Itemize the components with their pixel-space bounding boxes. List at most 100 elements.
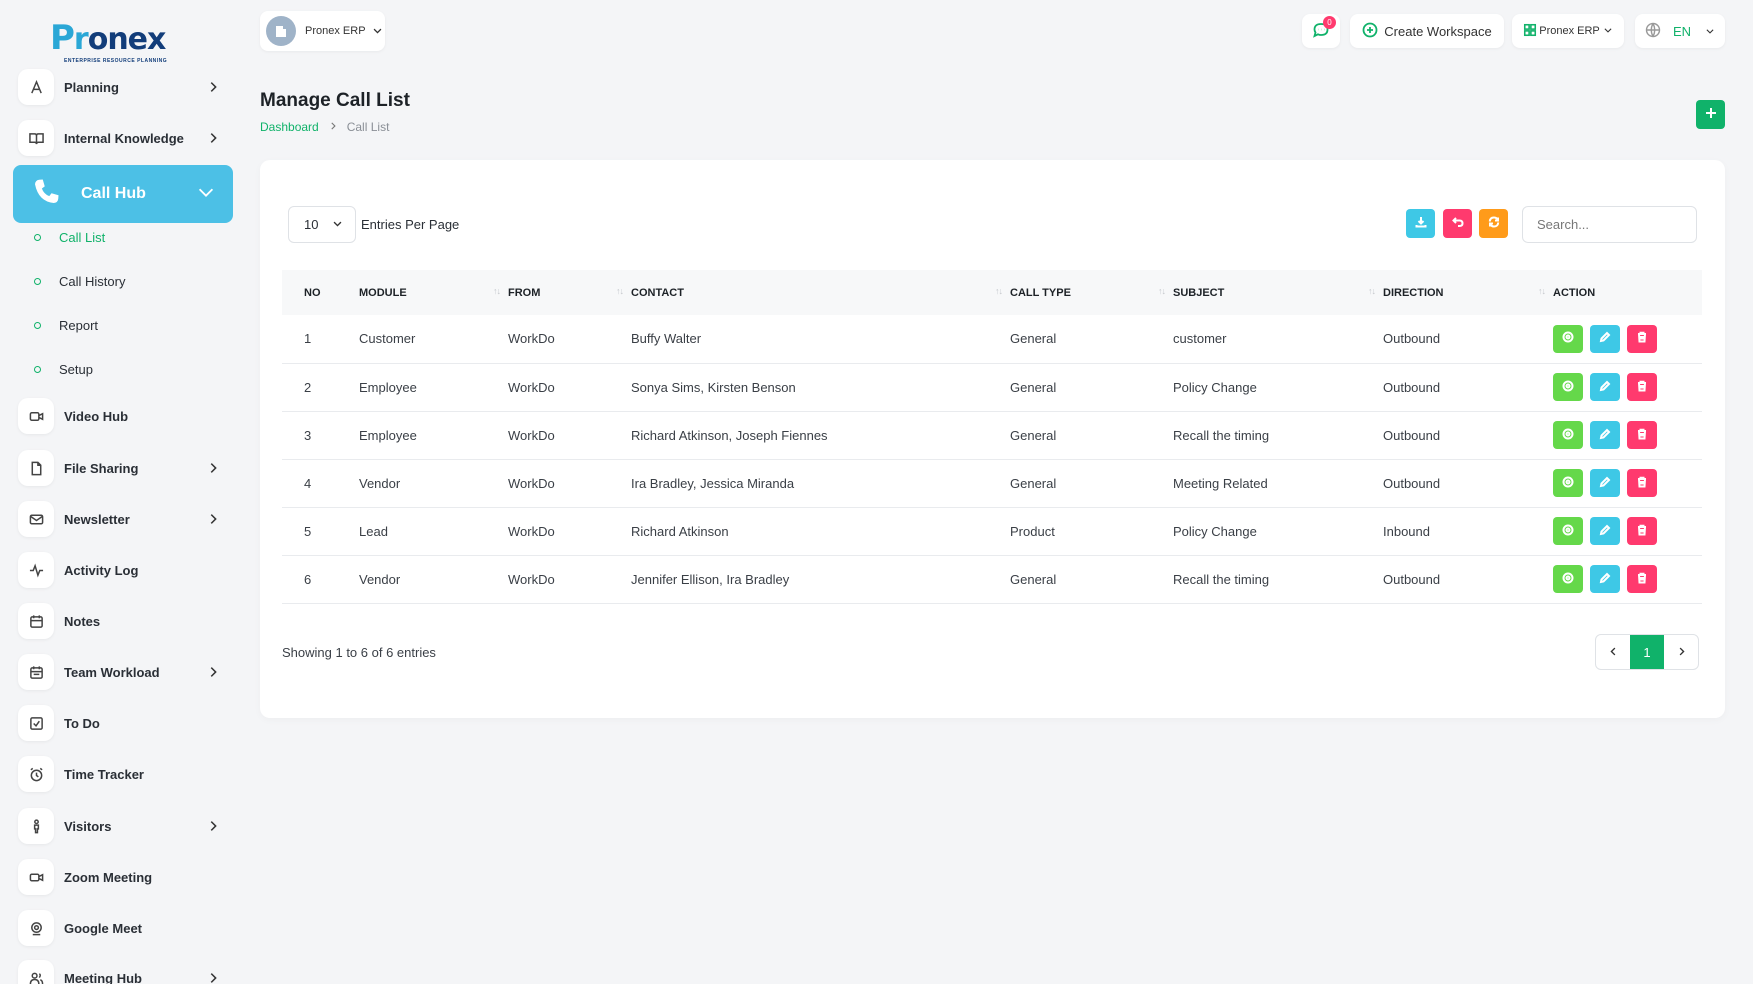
- sidebar-item-activity-log[interactable]: Activity Log: [18, 552, 228, 588]
- chevron-right-icon: [206, 131, 220, 145]
- view-button[interactable]: [1553, 565, 1583, 593]
- delete-button[interactable]: [1627, 421, 1657, 449]
- view-button[interactable]: [1553, 469, 1583, 497]
- reload-button[interactable]: [1479, 209, 1508, 238]
- cell-direction: Outbound: [1383, 331, 1441, 347]
- erp-switcher-button[interactable]: Pronex ERP: [1512, 14, 1624, 48]
- column-header-module[interactable]: MODULE ↑↓: [359, 270, 508, 315]
- table-row: 1 Customer WorkDo Buffy Walter General custom…: [282, 315, 1702, 363]
- cell-call-type: General: [1010, 475, 1057, 491]
- person-icon: [18, 808, 54, 844]
- delete-button[interactable]: [1627, 469, 1657, 497]
- export-button[interactable]: [1406, 209, 1435, 238]
- create-workspace-button[interactable]: Create Workspace: [1350, 14, 1504, 48]
- activity-icon: [18, 552, 54, 588]
- checkbox-icon: [18, 705, 54, 741]
- cell-contact: Sonya Sims, Kirsten Benson: [631, 379, 796, 395]
- sidebar-item-visitors[interactable]: Visitors: [18, 808, 228, 844]
- sidebar-item-google-meet[interactable]: Google Meet: [18, 910, 228, 946]
- workspace-switcher[interactable]: Pronex ERP: [260, 11, 385, 51]
- sidebar-item-video-hub[interactable]: Video Hub: [18, 398, 228, 434]
- sidebar-subitem-setup[interactable]: Setup: [34, 359, 93, 379]
- pagination: 1: [1595, 634, 1699, 670]
- cell-direction: Outbound: [1383, 475, 1441, 491]
- messages-button[interactable]: 0: [1302, 14, 1340, 48]
- column-header-direction[interactable]: DIRECTION ↑↓: [1383, 270, 1553, 315]
- edit-button[interactable]: [1590, 421, 1620, 449]
- camera-icon: [18, 859, 54, 895]
- edit-button[interactable]: [1590, 469, 1620, 497]
- sidebar-item-planning[interactable]: Planning: [18, 69, 228, 105]
- edit-button[interactable]: [1590, 324, 1620, 353]
- sidebar-item-team-workload[interactable]: Team Workload: [18, 654, 228, 690]
- pagination-prev-button[interactable]: [1596, 635, 1630, 669]
- cell-contact: Ira Bradley, Jessica Miranda: [631, 475, 795, 491]
- sidebar-item-internal-knowledge[interactable]: Internal Knowledge: [18, 120, 228, 156]
- edit-button[interactable]: [1590, 373, 1620, 401]
- sidebar-subitem-call-history[interactable]: Call History: [34, 271, 125, 291]
- sidebar-subitem-report[interactable]: Report: [34, 315, 98, 335]
- eye-icon: [1562, 572, 1574, 587]
- sidebar-item-call-hub[interactable]: Call Hub: [13, 165, 233, 223]
- sidebar-item-zoom-meeting[interactable]: Zoom Meeting: [18, 859, 228, 895]
- column-header-from[interactable]: FROM ↑↓: [508, 270, 631, 315]
- view-button[interactable]: [1553, 324, 1583, 353]
- sort-icon: ↑↓: [1158, 286, 1166, 296]
- sidebar-item-notes[interactable]: Notes: [18, 603, 228, 639]
- language-switcher[interactable]: EN: [1635, 14, 1725, 48]
- add-call-button[interactable]: [1696, 100, 1725, 129]
- refresh-icon: [1488, 215, 1500, 233]
- sort-icon: ↑↓: [1538, 286, 1546, 296]
- logo-tagline: ENTERPRISE RESOURCE PLANNING: [64, 58, 168, 64]
- sidebar-item-meeting-hub[interactable]: Meeting Hub: [18, 960, 228, 984]
- edit-button[interactable]: [1590, 517, 1620, 545]
- view-button[interactable]: [1553, 421, 1583, 449]
- cell-contact: Richard Atkinson: [631, 523, 729, 539]
- cell-direction: Outbound: [1383, 379, 1441, 395]
- column-header-no[interactable]: NO: [282, 270, 359, 315]
- cell-module: Employee: [359, 427, 417, 443]
- call-list-card: 10 Entries Per Page NO MODULE↑↓ FROM↑↓ C…: [260, 160, 1725, 718]
- column-header-subject[interactable]: SUBJECT ↑↓: [1173, 270, 1383, 315]
- page-title: Manage Call List: [260, 90, 410, 111]
- pronex-logo[interactable]: Pronex ENTERPRISE RESOURCE PLANNING: [50, 18, 185, 66]
- pagination-page-1[interactable]: 1: [1630, 635, 1664, 669]
- search-input[interactable]: [1522, 206, 1697, 243]
- column-header-contact[interactable]: CONTACT ↑↓: [631, 270, 1010, 315]
- cell-module: Vendor: [359, 571, 401, 587]
- sidebar-item-file-sharing[interactable]: File Sharing: [18, 450, 228, 486]
- trash-icon: [1636, 331, 1648, 346]
- sidebar-item-newsletter[interactable]: Newsletter: [18, 501, 228, 537]
- sidebar-item-time-tracker[interactable]: Time Tracker: [18, 756, 228, 792]
- pagination-next-button[interactable]: [1664, 635, 1698, 669]
- delete-button[interactable]: [1627, 324, 1657, 353]
- view-button[interactable]: [1553, 517, 1583, 545]
- chevron-down-icon: [1691, 24, 1715, 39]
- column-header-call-type[interactable]: CALL TYPE ↑↓: [1010, 270, 1173, 315]
- cell-contact: Buffy Walter: [631, 331, 702, 347]
- video-hub-icon: [18, 398, 54, 434]
- cell-action: [1553, 363, 1702, 411]
- view-button[interactable]: [1553, 373, 1583, 401]
- entries-per-page-select[interactable]: 10: [288, 206, 356, 243]
- sidebar-subitem-call-list[interactable]: Call List: [34, 227, 105, 247]
- cell-module: Customer: [359, 331, 416, 347]
- reset-button[interactable]: [1443, 209, 1472, 238]
- download-icon: [1415, 215, 1427, 233]
- chevron-down-icon: [195, 181, 233, 208]
- delete-button[interactable]: [1627, 565, 1657, 593]
- bullet-icon: [34, 233, 41, 241]
- edit-button[interactable]: [1590, 565, 1620, 593]
- calendar-icon: [18, 654, 54, 690]
- eye-icon: [1562, 524, 1574, 539]
- delete-button[interactable]: [1627, 373, 1657, 401]
- phone-icon: [31, 177, 61, 212]
- breadcrumb-dashboard-link[interactable]: Dashboard: [260, 120, 319, 134]
- sidebar-item-to-do[interactable]: To Do: [18, 705, 228, 741]
- eye-icon: [1562, 380, 1574, 395]
- delete-button[interactable]: [1627, 517, 1657, 545]
- cell-action: [1553, 459, 1702, 507]
- entries-per-page: 10 Entries Per Page: [288, 206, 459, 243]
- cell-no: 6: [304, 571, 312, 587]
- chevron-down-icon: [318, 217, 343, 232]
